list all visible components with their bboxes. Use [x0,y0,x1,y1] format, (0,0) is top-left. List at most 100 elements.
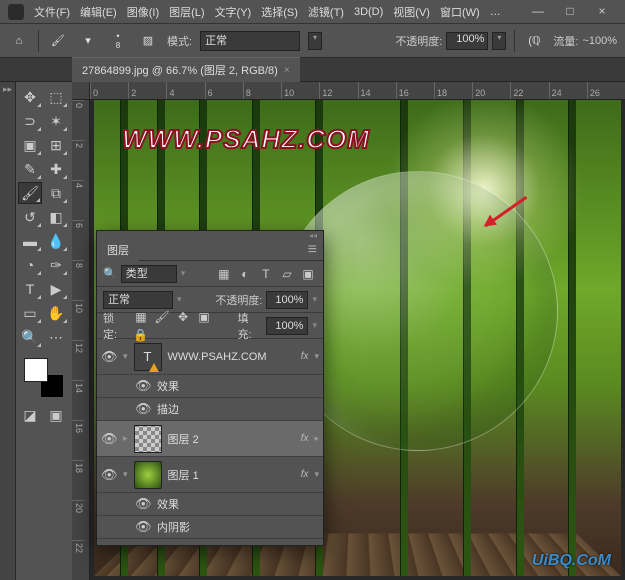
layer-blend-mode-select[interactable]: 正常 [103,291,173,309]
menu-layer[interactable]: 图层(L) [169,4,204,20]
document-tab-close-icon[interactable]: × [284,65,290,76]
fx-stroke-row[interactable]: 👁 描边 [97,398,323,421]
brush-tool[interactable]: 🖌 [18,182,42,204]
flow-value[interactable]: ~100% [582,35,617,47]
expand-icon[interactable]: ▾ [123,351,128,362]
fx-expand-icon[interactable]: ▾ [314,351,319,362]
menu-file[interactable]: 文件(F) [34,4,70,20]
filter-adjust-icon[interactable]: ◐ [236,265,254,283]
layer-name[interactable]: WWW.PSAHZ.COM [168,351,295,363]
menu-select[interactable]: 选择(S) [261,4,298,20]
visibility-icon[interactable]: 👁 [135,401,151,417]
quickmask-icon[interactable]: ◪ [18,404,42,426]
layer-name[interactable]: 图层 1 [168,467,295,483]
path-select-tool[interactable]: ▶ [44,278,68,300]
filter-pixel-icon[interactable]: ▦ [215,265,233,283]
window-close-button[interactable]: × [587,3,617,21]
fx-effects-row[interactable]: 👁 效果 [97,493,323,516]
filter-smart-icon[interactable]: ▣ [299,265,317,283]
blur-tool[interactable]: 💧 [44,230,68,252]
menu-3d[interactable]: 3D(D) [354,6,383,18]
home-icon[interactable]: ⌂ [8,30,30,52]
dodge-tool[interactable]: ◔ [18,254,42,276]
window-minimize-button[interactable]: — [523,3,553,21]
lock-pixels-icon[interactable]: 🖌 [153,308,171,326]
visibility-icon[interactable]: 👁 [135,496,151,512]
menu-view[interactable]: 视图(V) [393,4,430,20]
fx-badge[interactable]: fx [301,351,309,362]
lock-transparency-icon[interactable]: ▦ [132,308,150,326]
fx-badge[interactable]: fx [301,433,309,444]
lasso-tool[interactable]: ⊃ [18,110,42,132]
gradient-tool[interactable]: ▬ [18,230,42,252]
marquee-tool[interactable]: ⬚ [44,86,68,108]
fx-badge[interactable]: fx [301,469,309,480]
brush-preset-dropdown[interactable]: ▾ [77,30,99,52]
menu-type[interactable]: 文字(Y) [215,4,252,20]
visibility-icon[interactable]: 👁 [101,467,117,483]
menu-window[interactable]: 窗口(W) [440,4,480,20]
history-brush-tool[interactable]: ↺ [18,206,42,228]
filter-search-icon[interactable]: 🔍 [103,267,117,280]
fill-input[interactable]: 100% [266,317,308,335]
panel-collapse-icon[interactable]: ◂◂ [309,231,317,239]
lock-artboard-icon[interactable]: ▣ [195,308,213,326]
watermark-text: WWW.PSAHZ.COM [122,124,370,155]
quick-select-tool[interactable]: ✶ [44,110,68,132]
shape-tool[interactable]: ▭ [18,302,42,324]
pressure-opacity-icon[interactable]: (ℚ [523,30,545,52]
eyedropper-tool[interactable]: ✎ [18,158,42,180]
blend-mode-caret[interactable]: ▾ [308,32,322,50]
brush-tip-picker[interactable]: •8 [107,30,129,52]
ruler-vertical[interactable]: 0246810121416182022 [72,100,90,580]
foreground-color[interactable] [24,358,48,382]
collapse-toggle-icon[interactable]: ▸▸ [0,82,15,97]
screen-mode-icon[interactable]: ▣ [44,404,68,426]
hand-tool[interactable]: ✋ [44,302,68,324]
fx-effects-row[interactable]: 👁 效果 [97,375,323,398]
visibility-icon[interactable]: 👁 [101,349,117,365]
clone-tool[interactable]: ⧉ [44,182,68,204]
visibility-icon[interactable]: 👁 [101,431,117,447]
layer-opacity-input[interactable]: 100% [266,291,308,309]
filter-shape-icon[interactable]: ▱ [278,265,296,283]
fx-expand-icon[interactable]: ▾ [314,469,319,480]
ruler-origin[interactable] [72,82,90,100]
layer-name[interactable]: 图层 2 [168,431,295,447]
layer-item-2[interactable]: 👁 ▸ 图层 2 fx ▸ [97,421,323,457]
blend-mode-select[interactable]: 正常 [200,31,300,51]
opacity-input[interactable]: 100% [446,32,488,50]
brush-tool-icon[interactable]: 🖌 [47,30,69,52]
menu-edit[interactable]: 编辑(E) [80,4,117,20]
fx-expand-icon[interactable]: ▸ [314,433,319,444]
crop-tool[interactable]: ▣ [18,134,42,156]
type-tool[interactable]: T [18,278,42,300]
zoom-tool[interactable]: 🔍 [18,326,42,348]
filter-type-select[interactable]: 类型 [121,265,177,283]
eraser-tool[interactable]: ◧ [44,206,68,228]
pen-tool[interactable]: ✑ [44,254,68,276]
brush-panel-icon[interactable]: ▨ [137,30,159,52]
layers-tab[interactable]: 图层 [97,238,139,262]
panel-menu-icon[interactable]: ≡ [302,241,323,259]
menu-filter[interactable]: 滤镜(T) [308,4,344,20]
expand-icon[interactable]: ▸ [123,433,128,444]
expand-icon[interactable]: ▾ [123,469,128,480]
visibility-icon[interactable]: 👁 [135,378,151,394]
opacity-caret[interactable]: ▾ [492,32,506,50]
edit-toolbar-icon[interactable]: ⋯ [44,326,68,348]
move-tool[interactable]: ✥ [18,86,42,108]
heal-tool[interactable]: ✚ [44,158,68,180]
window-maximize-button[interactable]: □ [555,3,585,21]
layer-item-text[interactable]: 👁 ▾ T WWW.PSAHZ.COM fx ▾ [97,339,323,375]
document-tab[interactable]: 27864899.jpg @ 66.7% (图层 2, RGB/8) × [72,57,300,82]
menu-image[interactable]: 图像(I) [127,4,159,20]
visibility-icon[interactable]: 👁 [135,519,151,535]
fx-inner-shadow-row[interactable]: 👁 内阴影 [97,516,323,539]
color-swatches[interactable] [24,358,64,398]
lock-position-icon[interactable]: ✥ [174,308,192,326]
frame-tool[interactable]: ⊞ [44,134,68,156]
filter-type-icon[interactable]: T [257,265,275,283]
ruler-horizontal[interactable]: 02468101214161820222426 [90,82,625,100]
layer-item-1[interactable]: 👁 ▾ 图层 1 fx ▾ [97,457,323,493]
